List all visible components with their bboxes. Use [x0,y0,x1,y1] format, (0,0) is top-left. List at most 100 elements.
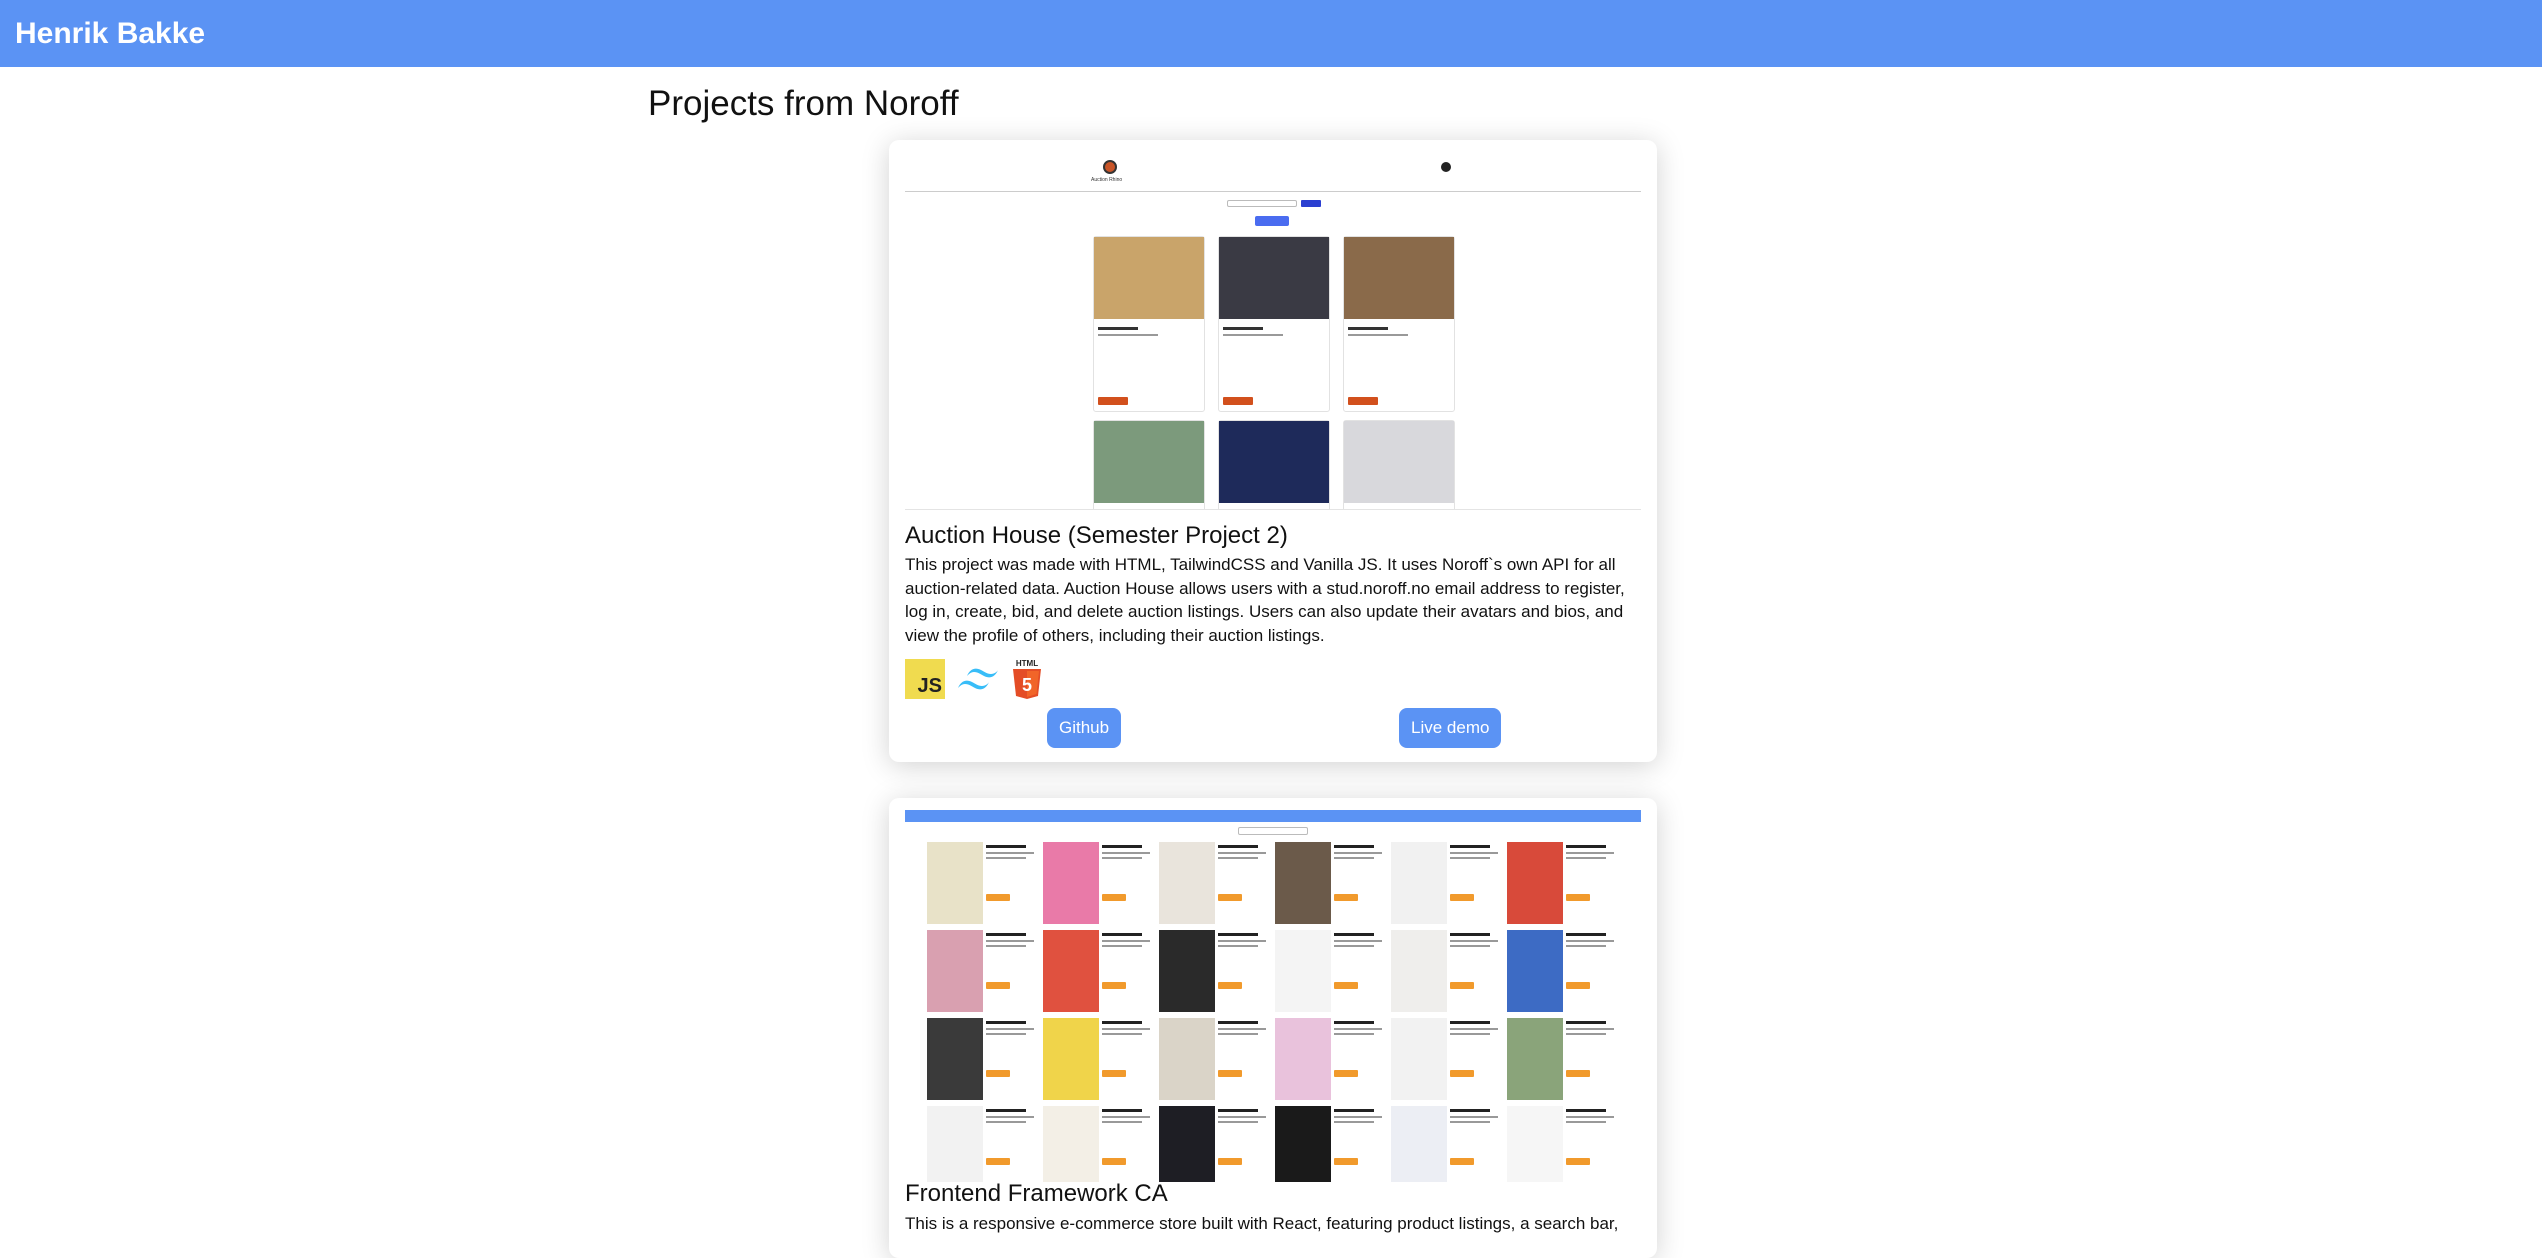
mock-product-image [1507,1018,1563,1100]
mock-text-line [1566,1028,1614,1030]
mock-product-image [927,1106,983,1182]
tech-stack: JS HTML 5 [905,658,1043,700]
mock-view-product-button [986,1158,1010,1165]
mock-view-product-button [1566,982,1590,989]
mock-product-image [1043,930,1099,1012]
mock-text-line [986,933,1026,936]
mock-product-image [927,930,983,1012]
mock-text-line [986,857,1026,859]
mock-product-card [1275,1018,1387,1100]
mock-auction-card [1218,236,1330,412]
mock-text-line [1102,857,1142,859]
github-button[interactable]: Github [1047,708,1122,748]
mock-product-image [1159,930,1215,1012]
mock-text-line [1450,857,1490,859]
mock-search-field [1238,827,1308,835]
mock-text-line [986,1121,1026,1123]
mock-product-card [1275,842,1387,924]
live-demo-button[interactable]: Live demo [1399,708,1502,748]
site-brand[interactable]: Henrik Bakke [15,17,205,51]
mock-text-line [1102,940,1150,942]
mock-text-line [1102,1021,1142,1024]
js-icon: JS [905,659,945,699]
mock-auction-card [1218,420,1330,509]
mock-product-image [927,1018,983,1100]
mock-view-product-button [1334,1070,1358,1077]
mock-view-product-button [1334,894,1358,901]
mock-new-listing-button [1255,216,1289,226]
mock-text-line [1218,1116,1266,1118]
mock-listing-image [1094,237,1204,319]
mock-product-card [927,842,1039,924]
mock-listing-image [1219,237,1329,319]
mock-text-line [1450,1021,1490,1024]
mock-text-line [1334,1121,1374,1123]
mock-text-line [1218,1109,1258,1112]
project-description: This is a responsive e-commerce store bu… [905,1214,1619,1233]
mock-product-card [1391,930,1503,1012]
mock-product-image [1275,930,1331,1012]
mock-text-line [1102,1109,1142,1112]
mock-listing-image [1344,421,1454,503]
mock-text-line [1334,852,1382,854]
project-screenshot [905,810,1641,1182]
mock-view-product-button [986,982,1010,989]
mock-product-image [1391,1106,1447,1182]
mock-view-product-button [1102,1158,1126,1165]
mock-product-image [1507,842,1563,924]
mock-text-line [1450,852,1498,854]
mock-text-line [1566,852,1614,854]
mock-product-card [1391,1018,1503,1100]
mock-product-card [1275,930,1387,1012]
mock-text-line [1102,1116,1150,1118]
mock-product-card [1043,842,1155,924]
mock-text-line [1334,857,1374,859]
mock-product-image [1275,1018,1331,1100]
mock-text-line [1566,1021,1606,1024]
mock-auction-card [1093,236,1205,412]
mock-text-line [1566,940,1614,942]
mock-text-line [1334,1021,1374,1024]
mock-text-line [1334,933,1374,936]
mock-text-line [1334,1033,1374,1035]
mock-text-line [986,1109,1026,1112]
mock-text-line [1348,327,1388,330]
project-card-frontend-framework: Frontend Framework CA This is a responsi… [889,798,1657,1258]
mock-text-line [1102,1028,1150,1030]
html5-icon: HTML 5 [1013,659,1041,699]
mock-text-line [1334,1116,1382,1118]
mock-auction-card [1343,420,1455,509]
mock-view-product-button [1334,982,1358,989]
mock-bid-button [1223,397,1253,405]
svg-text:5: 5 [1022,675,1032,695]
mock-listing-image [1219,421,1329,503]
mock-product-card [927,1106,1039,1182]
mock-text-line [1218,940,1266,942]
mock-product-image [1043,1018,1099,1100]
mock-product-card [1507,842,1619,924]
mock-view-product-button [1218,1070,1242,1077]
mock-text-line [1102,852,1150,854]
mock-view-product-button [1218,982,1242,989]
mock-text-line [1450,1033,1490,1035]
mock-view-product-button [1218,894,1242,901]
mock-text-line [1218,945,1258,947]
mock-product-card [1159,1106,1271,1182]
mock-text-line [1102,945,1142,947]
mock-product-card [1159,842,1271,924]
mock-product-card [1043,930,1155,1012]
mock-text-line [1218,857,1258,859]
mock-text-line [1334,940,1382,942]
mock-text-line [1334,1109,1374,1112]
mock-product-image [1159,1018,1215,1100]
mock-product-card [1159,930,1271,1012]
mock-product-card [1391,842,1503,924]
mock-view-product-button [1450,982,1474,989]
mock-text-line [1334,945,1374,947]
mock-text-line [986,845,1026,848]
mock-view-product-button [1450,1158,1474,1165]
mock-text-line [1450,940,1498,942]
mock-product-image [1507,930,1563,1012]
mock-text-line [1450,933,1490,936]
mock-product-image [1507,1106,1563,1182]
